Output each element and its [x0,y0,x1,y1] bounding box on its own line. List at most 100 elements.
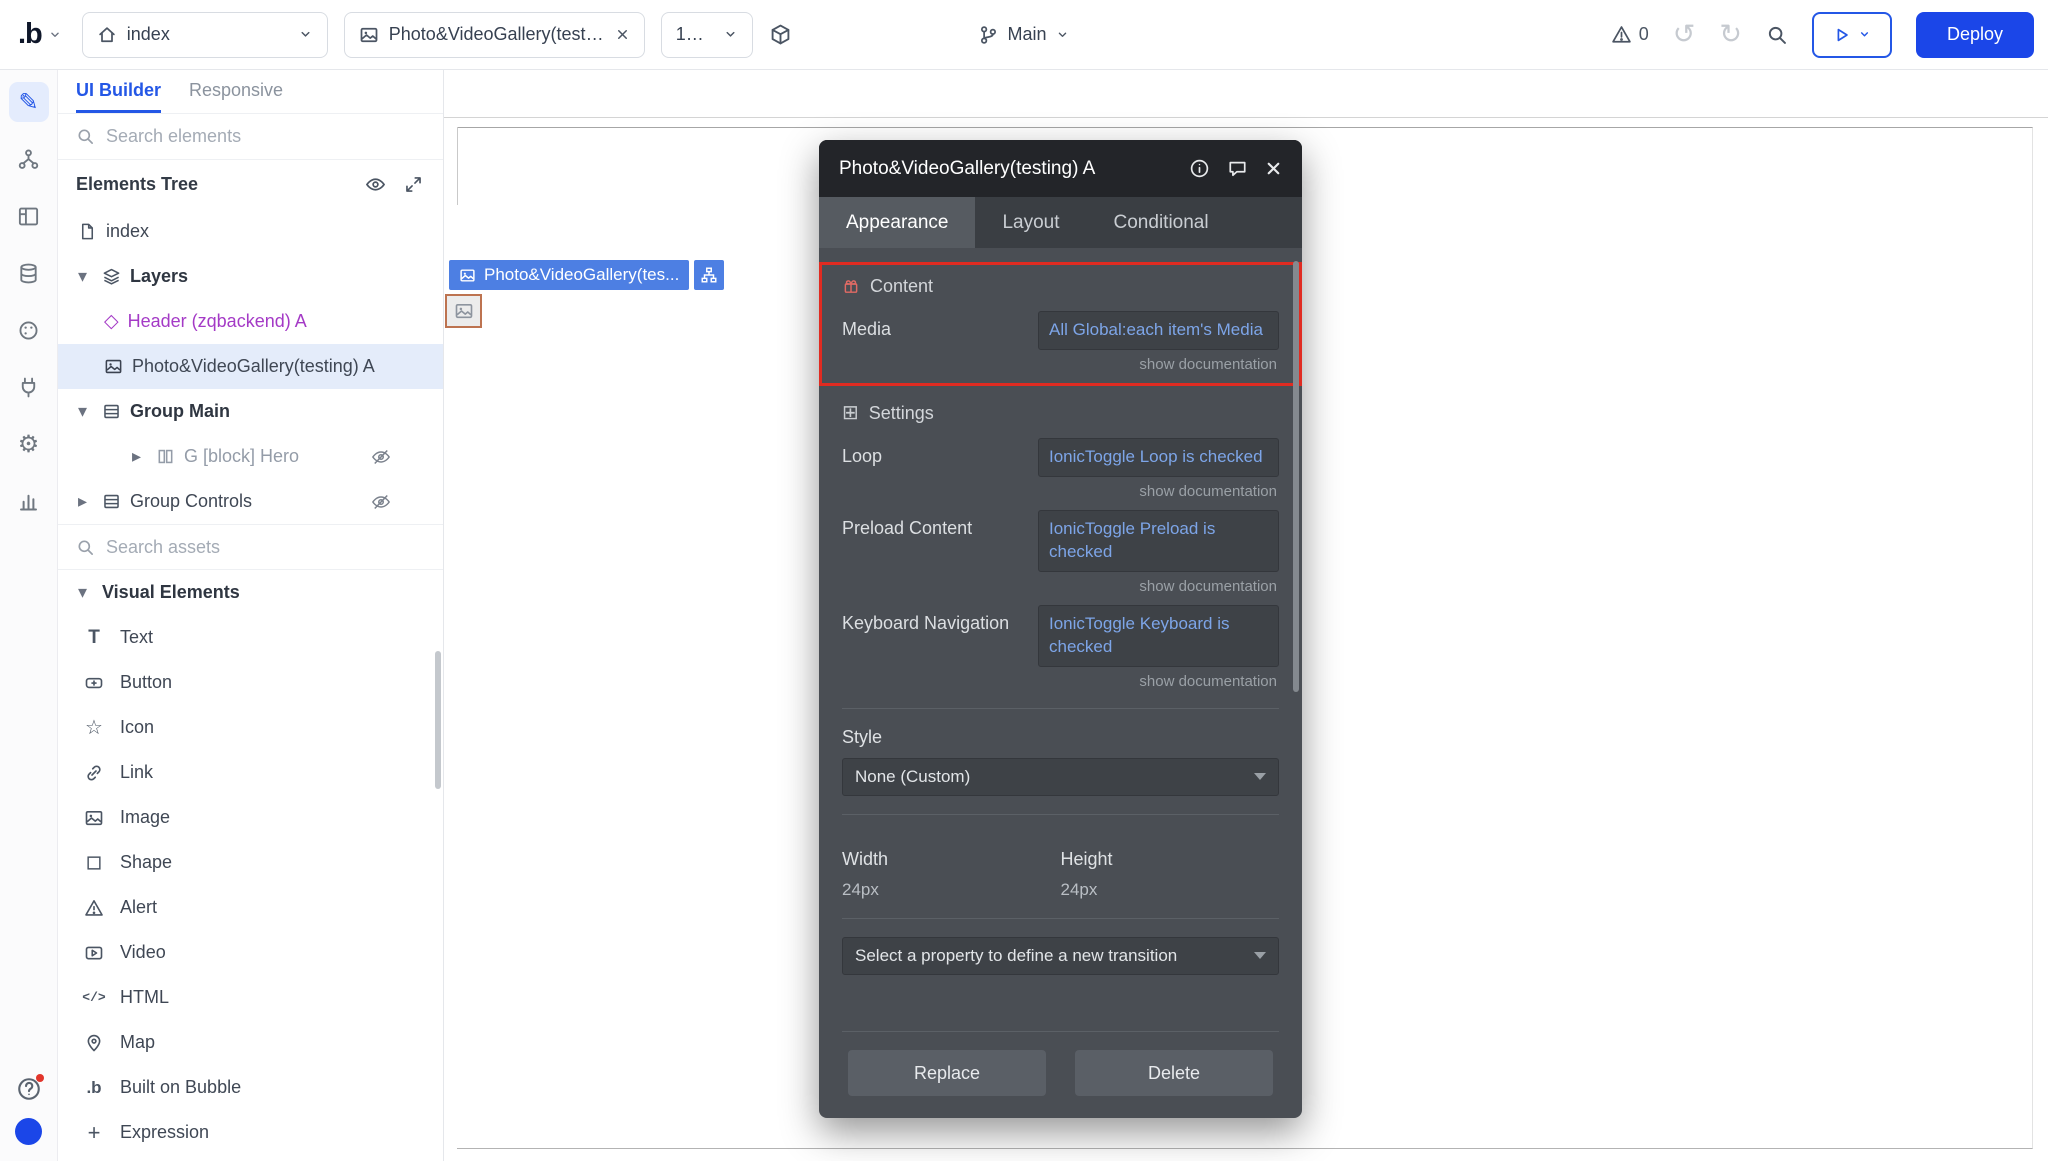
scrollbar-thumb[interactable] [435,651,441,789]
search-elements-input[interactable] [106,126,425,147]
chevron-down-icon[interactable]: ▾ [78,266,93,287]
scrollbar-thumb[interactable] [1293,261,1299,692]
visual-elements-header[interactable]: ▾ Visual Elements [58,570,443,615]
tree-item-group-main[interactable]: ▾ Group Main [58,389,443,434]
tree-item-group-controls[interactable]: ▸ Group Controls [58,479,443,524]
branch-selector[interactable]: Main [978,24,1069,45]
alert-icon [82,898,106,918]
dimensions-row: Width 24px Height 24px [842,849,1279,900]
canvas[interactable]: Photo&VideoGallery(tes... Photo&VideoGal… [444,70,2048,1161]
issues-indicator[interactable]: 0 [1611,24,1649,45]
styles-mode-icon[interactable] [9,310,49,350]
zoom-selector[interactable]: 100% [661,12,753,58]
show-documentation-link[interactable]: show documentation [842,578,1279,595]
chevron-down-icon: ▾ [78,582,93,603]
search-assets-input[interactable] [106,537,425,558]
comment-icon[interactable] [1227,158,1248,179]
app-menu-button[interactable]: .b [14,18,66,51]
chevron-down-icon[interactable]: ▾ [78,401,93,422]
tab-layout[interactable]: Layout [975,197,1086,248]
show-documentation-link[interactable]: show documentation [842,483,1279,500]
open-element-tab[interactable]: Photo&VideoGallery(testin... [344,12,645,58]
page-selector-value: index [127,24,288,45]
columns-icon [156,447,175,466]
transition-select[interactable]: Select a property to define a new transi… [842,937,1279,975]
info-icon[interactable] [1189,158,1210,179]
media-value[interactable]: All Global:each item's Media [1038,311,1279,350]
property-editor-titlebar[interactable]: Photo&VideoGallery(testing) A [819,140,1302,197]
selected-element-chip[interactable]: Photo&VideoGallery(tes... [449,260,689,290]
tree-item-header-zqbackend[interactable]: ◇ Header (zqbackend) A [58,299,443,344]
chevron-down-icon [723,27,738,42]
element-icon[interactable]: ☆ Icon [58,705,443,750]
chevron-down-icon [1254,773,1266,780]
expand-icon[interactable] [404,174,423,195]
tree-item-block-hero[interactable]: ▸ G [block] Hero [58,434,443,479]
chevron-right-icon[interactable]: ▸ [78,491,93,512]
help-button[interactable] [16,1076,42,1102]
image-icon [459,267,476,284]
undo-button[interactable]: ↺ [1673,21,1696,48]
settings-section-title: Settings [869,403,934,424]
element-hierarchy-button[interactable] [694,260,724,290]
data-mode-icon[interactable] [9,253,49,293]
design-mode-icon[interactable]: ✎ [9,82,49,122]
plugins-mode-icon[interactable] [9,367,49,407]
redo-button[interactable]: ↻ [1719,21,1742,48]
map-pin-icon [82,1033,106,1053]
hidden-eye-icon[interactable] [371,492,391,512]
element-map[interactable]: Map [58,1020,443,1065]
element-shape[interactable]: Shape [58,840,443,885]
workflow-mode-icon[interactable] [9,139,49,179]
tree-item-layers[interactable]: ▾ Layers [58,254,443,299]
search-icon[interactable] [1766,24,1788,46]
tab-responsive[interactable]: Responsive [189,70,283,113]
tree-item-label: Group Main [130,401,230,422]
element-video[interactable]: Video [58,930,443,975]
tree-item-photo-video-gallery[interactable]: Photo&VideoGallery(testing) A [58,344,443,389]
sidebar: UI Builder Responsive Elements Tree [58,70,444,1161]
preload-value[interactable]: IonicToggle Preload is checked [1038,510,1279,572]
preview-button[interactable] [1812,12,1892,58]
deploy-button[interactable]: Deploy [1916,12,2034,58]
element-button[interactable]: Button [58,660,443,705]
close-icon[interactable] [615,27,630,42]
hidden-eye-icon[interactable] [371,447,391,467]
element-built-on-bubble[interactable]: .b Built on Bubble [58,1065,443,1110]
close-icon[interactable] [1265,160,1282,177]
page-selector-dropdown[interactable]: index [82,12,328,58]
visual-elements-title: Visual Elements [102,582,240,603]
layout-mode-icon[interactable] [9,196,49,236]
tab-appearance[interactable]: Appearance [819,197,975,248]
tree-item-label: G [block] Hero [184,446,299,467]
warning-icon [1611,24,1632,45]
tab-ui-builder[interactable]: UI Builder [76,70,161,113]
keyboard-value[interactable]: IonicToggle Keyboard is checked [1038,605,1279,667]
tab-conditional[interactable]: Conditional [1087,197,1236,248]
tree-item-index[interactable]: index [58,209,443,254]
component-library-icon[interactable] [769,23,792,46]
loop-label: Loop [842,438,1038,477]
chevron-right-icon[interactable]: ▸ [132,446,147,467]
element-text[interactable]: T Text [58,615,443,660]
element-html[interactable]: </> HTML [58,975,443,1020]
element-link[interactable]: Link [58,750,443,795]
element-expression[interactable]: + Expression [58,1110,443,1155]
loop-field: Loop IonicToggle Loop is checked [842,438,1279,477]
eye-icon[interactable] [365,174,386,195]
show-documentation-link[interactable]: show documentation [842,356,1279,373]
style-select[interactable]: None (Custom) [842,758,1279,796]
delete-button[interactable]: Delete [1075,1050,1273,1096]
bubble-icon: .b [82,1078,106,1098]
element-image[interactable]: Image [58,795,443,840]
element-alert[interactable]: Alert [58,885,443,930]
logs-mode-icon[interactable] [9,481,49,521]
preload-field: Preload Content IonicToggle Preload is c… [842,510,1279,572]
loop-value[interactable]: IonicToggle Loop is checked [1038,438,1279,477]
selected-image-element[interactable] [445,294,482,328]
show-documentation-link[interactable]: show documentation [842,673,1279,690]
avatar[interactable] [15,1118,42,1145]
replace-button[interactable]: Replace [848,1050,1046,1096]
settings-mode-icon[interactable]: ⚙ [9,424,49,464]
selected-element-name: Photo&VideoGallery(tes... [484,265,679,285]
